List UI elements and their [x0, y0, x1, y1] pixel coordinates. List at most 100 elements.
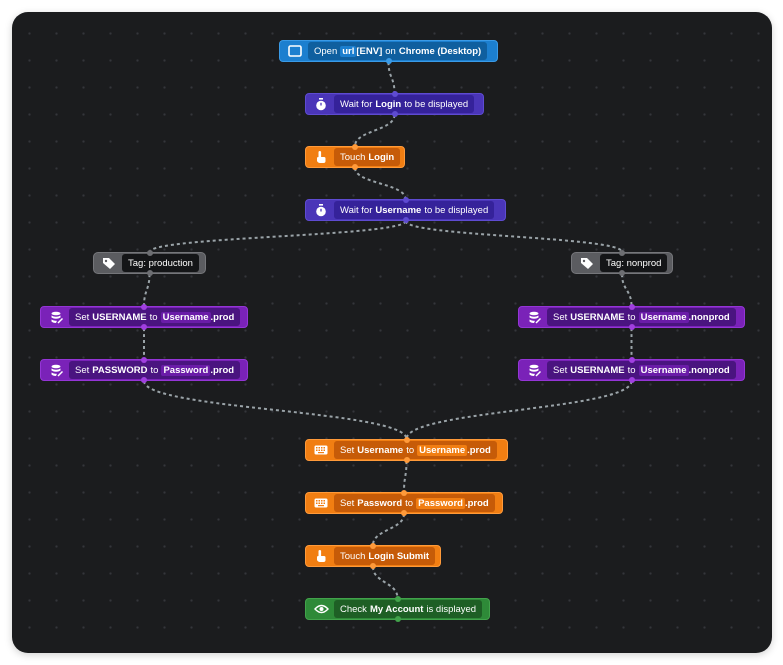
node-label: Touch Login Submit	[334, 547, 436, 565]
node-type-username[interactable]: Set Username to Username .prod	[305, 437, 508, 463]
output-handle[interactable]	[391, 111, 398, 117]
keyboard-icon	[308, 494, 334, 512]
eye-icon	[308, 600, 334, 618]
node-label: Check My Account is displayed	[334, 600, 483, 618]
node-label: Set USERNAME to Username .prod	[69, 308, 241, 326]
node-mid: to	[150, 364, 159, 376]
output-handle[interactable]	[352, 164, 358, 170]
node-suffix: .prod	[464, 497, 489, 509]
node-verb: Set	[340, 497, 355, 509]
tap-hand-icon	[308, 547, 334, 565]
output-handle[interactable]	[370, 563, 376, 569]
node-touch-login-submit[interactable]: Touch Login Submit	[305, 543, 441, 569]
input-handle[interactable]	[141, 357, 147, 363]
output-handle[interactable]	[628, 324, 635, 330]
variable-chip: Username	[638, 364, 689, 376]
tag-icon	[96, 254, 122, 272]
input-handle[interactable]	[628, 357, 635, 363]
node-target: Login Submit	[368, 550, 430, 562]
node-target: USERNAME	[570, 364, 625, 376]
node-open-url[interactable]: Open url [ENV] on Chrome (Desktop)	[279, 40, 498, 64]
output-handle[interactable]	[401, 510, 407, 516]
input-handle[interactable]	[401, 490, 407, 496]
output-handle[interactable]	[619, 270, 625, 276]
node-label: Set USERNAME to Username .nonprod	[547, 308, 736, 326]
input-handle[interactable]	[141, 304, 147, 310]
variable-chip: Username	[417, 444, 468, 456]
node-suffix: .nonprod	[688, 311, 730, 323]
node-mid: to	[627, 364, 636, 376]
input-handle[interactable]	[619, 250, 625, 256]
node-label: Set Username to Username .prod	[334, 441, 497, 459]
node-mid: on	[385, 45, 396, 57]
input-handle[interactable]	[628, 304, 635, 310]
node-type-password[interactable]: Set Password to Password .prod	[305, 490, 503, 516]
stopwatch-icon	[308, 201, 334, 219]
node-verb: Set	[75, 364, 90, 376]
input-handle[interactable]	[402, 197, 409, 203]
variable-chip: Username	[638, 311, 689, 323]
input-handle[interactable]	[391, 91, 398, 97]
node-verb: Touch	[340, 550, 366, 562]
node-tag-production[interactable]: Tag: production	[93, 250, 206, 276]
node-target: Login	[375, 98, 402, 110]
node-target: Username	[357, 444, 404, 456]
node-mid: to	[149, 311, 158, 323]
output-handle[interactable]	[141, 324, 147, 330]
node-suffix: to be displayed	[404, 98, 469, 110]
tag-icon	[574, 254, 600, 272]
node-label: Tag: production	[122, 254, 199, 272]
input-handle[interactable]	[394, 596, 401, 602]
output-handle[interactable]	[146, 270, 153, 276]
node-verb: Check	[340, 603, 367, 615]
output-handle[interactable]	[402, 217, 409, 223]
node-verb: Touch	[340, 151, 366, 163]
node-touch-login[interactable]: Touch Login	[305, 144, 405, 170]
output-handle[interactable]	[628, 377, 635, 383]
output-handle[interactable]	[141, 377, 147, 383]
node-suffix: .prod	[210, 311, 235, 323]
stopwatch-icon	[308, 95, 334, 113]
node-label: Open url [ENV] on Chrome (Desktop)	[308, 42, 488, 60]
node-verb: Wait for	[340, 204, 373, 216]
node-wait-username[interactable]: Wait for Username to be displayed	[305, 197, 506, 223]
node-wait-login[interactable]: Wait for Login to be displayed	[305, 91, 484, 117]
node-set-variable-password-prod[interactable]: Set PASSWORD to Password .prod	[40, 357, 248, 383]
node-set-variable-username-prod[interactable]: Set USERNAME to Username .prod	[40, 304, 248, 330]
node-set-variable-username-nonprod[interactable]: Set USERNAME to Username .nonprod	[518, 304, 745, 330]
output-handle[interactable]	[394, 616, 401, 622]
node-tag-nonprod[interactable]: Tag: nonprod	[571, 250, 673, 276]
node-target: PASSWORD	[92, 364, 148, 376]
node-browser: Chrome (Desktop)	[398, 45, 482, 57]
node-target: [ENV]	[356, 45, 383, 57]
database-edit-icon	[43, 308, 69, 326]
node-verb: Set	[553, 311, 568, 323]
node-label: Tag: nonprod	[600, 254, 668, 272]
variable-chip: Password	[416, 497, 465, 509]
keyboard-icon	[308, 441, 334, 459]
node-verb: Open	[314, 45, 338, 57]
variable-chip: Username	[160, 311, 211, 323]
node-suffix: .prod	[210, 364, 235, 376]
node-mid: to	[406, 444, 415, 456]
input-handle[interactable]	[370, 543, 376, 549]
node-check-my-account[interactable]: Check My Account is displayed	[305, 596, 490, 622]
node-target: Password	[357, 497, 403, 509]
node-label: Wait for Username to be displayed	[334, 201, 495, 219]
input-handle[interactable]	[403, 437, 410, 443]
input-handle[interactable]	[352, 144, 358, 150]
node-set-variable-username-nonprod[interactable]: Set USERNAME to Username .nonprod	[518, 357, 745, 383]
node-label: Wait for Login to be displayed	[334, 95, 475, 113]
input-handle[interactable]	[146, 250, 153, 256]
node-mid: to	[627, 311, 636, 323]
node-verb: Wait for	[340, 98, 373, 110]
output-handle[interactable]	[403, 457, 410, 463]
node-target: My Account	[369, 603, 424, 615]
node-label: Set USERNAME to Username .nonprod	[547, 361, 736, 379]
node-target: Login	[368, 151, 395, 163]
database-edit-icon	[521, 308, 547, 326]
output-handle[interactable]	[385, 58, 392, 64]
database-edit-icon	[43, 361, 69, 379]
node-target: Username	[375, 204, 422, 216]
variable-chip: url	[340, 45, 357, 57]
